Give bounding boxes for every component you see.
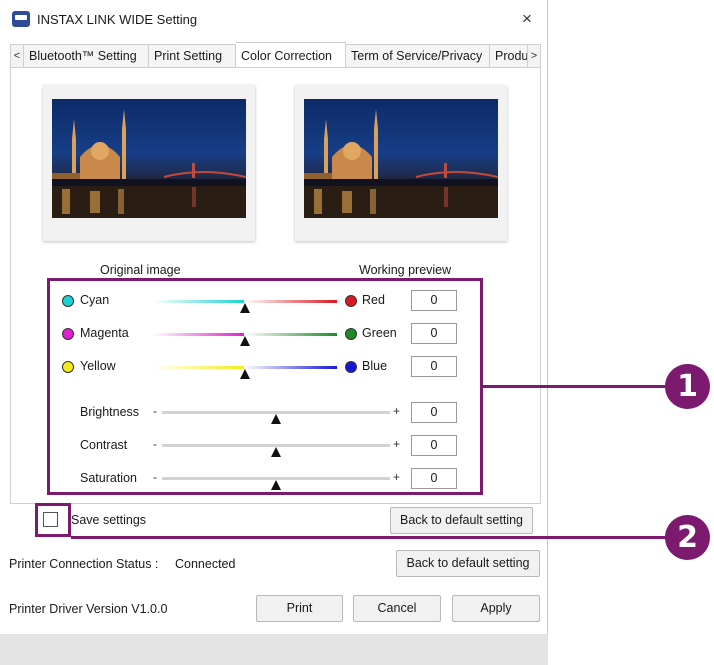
tab-reset-default-button[interactable]: Back to default setting	[390, 507, 533, 534]
save-settings-highlight-box	[35, 503, 71, 537]
working-preview-caption: Working preview	[359, 263, 452, 277]
connection-status-value: Connected	[175, 557, 236, 571]
window-footer	[0, 634, 548, 665]
tab-strip: < Bluetooth™ Setting Print Setting Color…	[10, 42, 541, 69]
original-image-caption: Original image	[100, 263, 181, 277]
apply-button[interactable]: Apply	[452, 595, 540, 622]
tab-term-of-service[interactable]: Term of Service/Privacy	[346, 44, 490, 68]
printer-app-icon	[12, 11, 30, 27]
night-mosque-illustration	[304, 109, 498, 218]
driver-version-label: Printer Driver Version V1.0.0	[9, 602, 168, 616]
working-preview-frame	[295, 85, 507, 241]
close-icon[interactable]: ×	[522, 9, 532, 29]
window-reset-default-button[interactable]: Back to default setting	[396, 550, 540, 577]
tab-scroll-left-icon[interactable]: <	[10, 44, 24, 68]
save-settings-label: Save settings	[71, 513, 147, 527]
night-mosque-illustration	[52, 109, 246, 218]
window-title: INSTAX LINK WIDE Setting	[37, 12, 198, 27]
connection-status-label: Printer Connection Status :	[9, 557, 159, 571]
callout-1-line	[483, 385, 665, 388]
callout-2-line	[71, 536, 665, 539]
cancel-button[interactable]: Cancel	[353, 595, 441, 622]
tab-color-correction[interactable]: Color Correction	[236, 42, 346, 69]
working-preview-image	[304, 99, 498, 218]
callout-1-badge: 1	[665, 364, 710, 409]
title-bar: INSTAX LINK WIDE Setting ×	[0, 0, 548, 40]
callout-2-badge: 2	[665, 515, 710, 560]
original-image-frame	[43, 85, 255, 241]
tab-scroll-right-icon[interactable]: >	[527, 44, 541, 68]
tab-bluetooth-setting[interactable]: Bluetooth™ Setting	[24, 44, 149, 68]
print-button[interactable]: Print	[256, 595, 343, 622]
tab-product[interactable]: Produ	[490, 44, 528, 68]
original-image	[52, 99, 246, 218]
color-adjust-highlight-box	[47, 278, 483, 495]
tab-print-setting[interactable]: Print Setting	[149, 44, 236, 68]
